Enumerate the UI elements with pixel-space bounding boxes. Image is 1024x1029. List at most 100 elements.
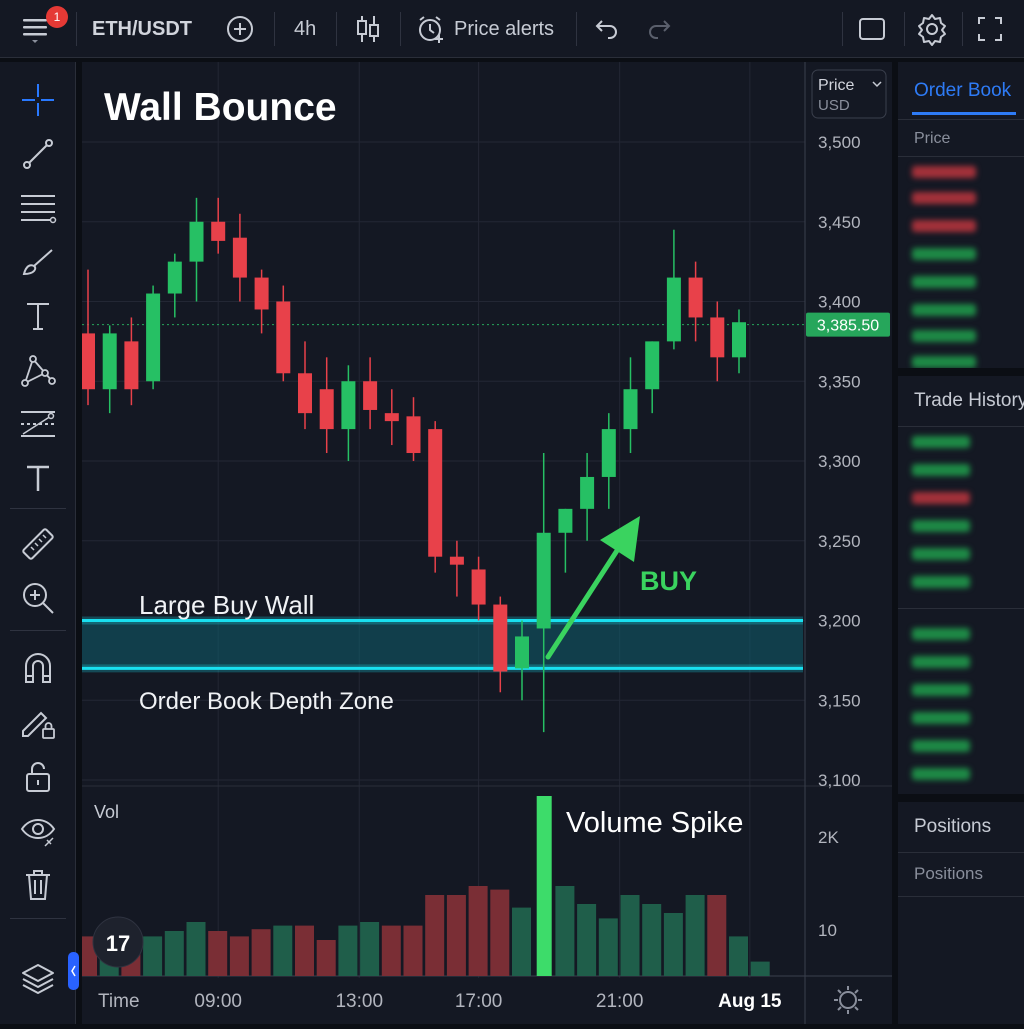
candle-body [623, 389, 638, 430]
candle-body [189, 221, 204, 262]
tradingview-logo[interactable]: 17 [92, 916, 144, 968]
candle-body [81, 333, 95, 390]
fullscreen-icon [978, 17, 1002, 41]
candle [688, 261, 703, 342]
price-alerts-button[interactable]: Price alerts [414, 0, 554, 58]
axis-settings-button[interactable] [834, 986, 862, 1014]
lock-drawings-tool[interactable] [18, 702, 58, 742]
price-alerts-label: Price alerts [454, 17, 555, 40]
volume-bar [295, 925, 314, 976]
volume-bar [490, 889, 510, 976]
trend-line-icon [23, 139, 53, 169]
chart-type-button[interactable] [354, 0, 384, 58]
y-tick-label: 3,350 [818, 372, 861, 391]
volume-bar [229, 936, 249, 976]
x-tick-label: Aug 15 [718, 991, 782, 1012]
candle [146, 285, 161, 390]
delete-drawings-tool[interactable] [18, 864, 58, 904]
tab-order-book[interactable]: Order Book [914, 80, 1011, 102]
trade-history-title: Trade History [914, 390, 1024, 411]
volume-tick-label: 2K [818, 828, 839, 847]
current-price-marker: 3,385.50 [806, 312, 890, 337]
layout-button[interactable] [856, 0, 888, 58]
x-tick-label: 17:00 [455, 991, 503, 1012]
volume-bar [663, 913, 683, 976]
y-tick-label: 3,450 [818, 213, 861, 232]
candle [580, 453, 595, 541]
chevron-left-icon [71, 965, 76, 977]
candle-body [449, 556, 464, 565]
candle-body [732, 322, 746, 358]
order-book-price-header: Price [914, 130, 951, 147]
magnet-icon [25, 653, 51, 683]
volume-bar [468, 886, 488, 976]
object-tree-tool[interactable] [18, 958, 58, 998]
candle-body [471, 569, 486, 605]
zoom-in-tool[interactable] [18, 578, 58, 618]
candle-body [645, 341, 660, 390]
volume-bar [620, 895, 640, 976]
unlock-tool[interactable] [18, 756, 58, 796]
candle-body [688, 277, 703, 318]
logo-text: 17 [106, 931, 130, 956]
volume-bar [512, 907, 531, 976]
candle-body [580, 476, 595, 509]
candle [732, 309, 746, 374]
volume-bar [729, 936, 748, 976]
drawing-toolbar [0, 62, 79, 1024]
crosshair-tool[interactable] [18, 80, 58, 120]
price-chart[interactable]: 3,500 3,450 3,400 3,350 3,300 3,250 3,200 3,150… [78, 62, 892, 1024]
text-tool[interactable] [18, 296, 58, 336]
measure-tool[interactable] [18, 524, 58, 564]
magnet-tool[interactable] [18, 648, 58, 688]
x-tick-label: 13:00 [335, 991, 383, 1012]
gear-icon [918, 14, 946, 46]
horizontal-lines-icon [21, 195, 57, 224]
volume-bar [642, 904, 662, 976]
add-symbol-button[interactable] [224, 0, 256, 58]
prediction-tool[interactable] [18, 404, 58, 444]
volume-spike-bar [536, 796, 552, 976]
candle [645, 341, 660, 414]
hide-drawings-tool[interactable] [18, 810, 58, 850]
candle [601, 413, 616, 509]
chart-area[interactable]: 3,500 3,450 3,400 3,350 3,300 3,250 3,200 3,150… [78, 62, 892, 1024]
price-scale-selector[interactable]: Price USD [811, 69, 887, 119]
settings-button[interactable] [914, 0, 950, 58]
zoom-in-icon [23, 583, 54, 614]
positions-panel: Positions Positions [898, 802, 1024, 1024]
fullscreen-button[interactable] [974, 0, 1006, 58]
volume-bar [685, 895, 705, 976]
candle-body [406, 416, 421, 454]
symbol-selector[interactable]: ETH/USDT [92, 0, 192, 58]
fib-retracement-tool[interactable] [18, 188, 58, 228]
candle [471, 556, 486, 621]
volume-bar [750, 961, 770, 976]
trend-line-tool[interactable] [18, 134, 58, 174]
sun-settings-icon [839, 991, 857, 1009]
trash-icon [26, 870, 50, 900]
eye-icon [20, 819, 56, 847]
candle-body [319, 389, 334, 430]
volume-bar [446, 895, 466, 976]
tab-positions[interactable]: Positions [914, 864, 983, 884]
brush-icon [22, 249, 53, 276]
layers-icon [22, 964, 54, 994]
candle [276, 285, 291, 382]
volume-bar [251, 929, 271, 976]
pattern-tool[interactable] [18, 350, 58, 390]
undo-icon [595, 20, 617, 39]
volume-bar [316, 940, 336, 976]
notification-badge[interactable]: 1 [46, 6, 68, 28]
volume-spike-label: Volume Spike [566, 807, 743, 839]
candle [666, 229, 681, 350]
volume-bar [143, 936, 163, 976]
candle-body [428, 429, 443, 557]
interval-selector[interactable]: 4h [294, 0, 316, 58]
brush-tool[interactable] [18, 242, 58, 282]
volume-bar [425, 895, 445, 976]
undo-button[interactable] [592, 0, 622, 58]
toolbar-collapse-handle[interactable] [68, 952, 79, 990]
redo-button[interactable] [644, 0, 674, 58]
annotation-text-tool[interactable] [18, 458, 58, 498]
